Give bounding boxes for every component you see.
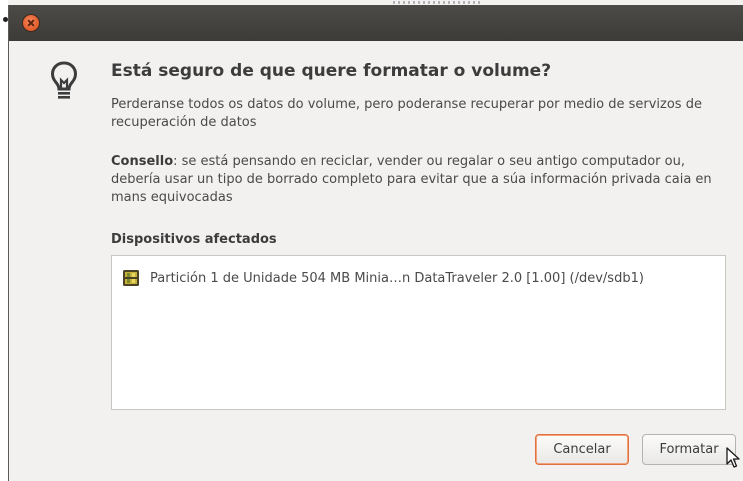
warning-message: Perderanse todos os datos do volume, per…: [111, 97, 702, 130]
affected-devices-list: Partición 1 de Unidade 504 MB Minia…n Da…: [111, 255, 726, 410]
tip-message: Consello: se está pensando en reciclar, …: [111, 153, 726, 207]
format-button[interactable]: Formatar: [642, 434, 736, 465]
lightbulb-icon: [50, 61, 78, 99]
window-shadow-dots: [393, 1, 483, 4]
tip-text: : se está pensando en reciclar, vender o…: [111, 154, 712, 205]
format-dialog-window: Está seguro de que quere formatar o volu…: [8, 5, 743, 481]
usb-drive-icon: [123, 270, 139, 286]
list-item: Partición 1 de Unidade 504 MB Minia…n Da…: [122, 268, 644, 288]
affected-devices-label: Dispositivos afectados: [111, 232, 277, 247]
dialog-title: Está seguro de que quere formatar o volu…: [111, 61, 552, 81]
mouse-pointer-icon: [726, 447, 740, 468]
close-icon[interactable]: [23, 15, 39, 31]
cancel-button[interactable]: Cancelar: [535, 434, 629, 465]
device-label: Partición 1 de Unidade 504 MB Minia…n Da…: [150, 270, 644, 286]
window-titlebar: [9, 5, 743, 41]
tip-label: Consello: [111, 154, 174, 169]
